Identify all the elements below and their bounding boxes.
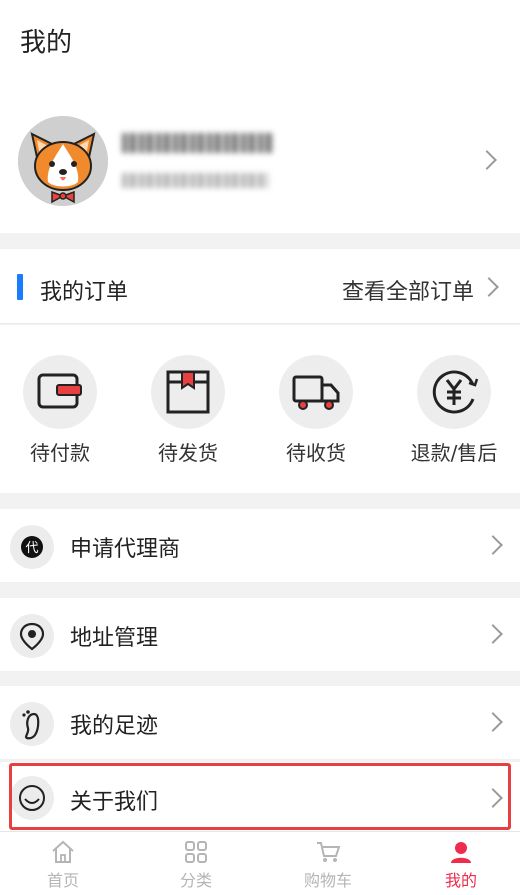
orders-section-header: 我的订单 查看全部订单 bbox=[0, 249, 520, 324]
agent-icon: 代 bbox=[10, 525, 54, 569]
wallet-icon bbox=[23, 355, 97, 429]
footprint-icon bbox=[10, 702, 54, 746]
avatar[interactable] bbox=[18, 116, 108, 206]
order-status-label: 待收货 bbox=[286, 441, 346, 465]
menu-item-address[interactable]: 地址管理 bbox=[0, 598, 520, 671]
home-icon bbox=[52, 840, 74, 863]
user-id-blurred bbox=[122, 173, 268, 188]
menu-item-label: 我的足迹 bbox=[70, 714, 159, 739]
order-status-label: 待发货 bbox=[158, 441, 218, 465]
menu-item-label: 地址管理 bbox=[70, 626, 159, 651]
order-status-refund-after-sales[interactable]: 退款/售后 bbox=[411, 355, 497, 466]
category-icon bbox=[185, 841, 207, 863]
tab-category[interactable]: 分类 bbox=[156, 840, 236, 891]
box-icon bbox=[151, 355, 225, 429]
username-blurred bbox=[122, 133, 274, 153]
selection-highlight-box bbox=[9, 763, 511, 830]
user-icon bbox=[451, 842, 471, 863]
menu-item-label: 申请代理商 bbox=[70, 537, 181, 562]
order-status-pending-payment[interactable]: 待付款 bbox=[23, 355, 97, 466]
chevron-right-icon bbox=[483, 712, 503, 732]
menu-item-apply-agent[interactable]: 代 申请代理商 bbox=[0, 509, 520, 582]
profile-page: 我的 我的订单 查看全部订单 待付款 待发货 待收货 退款/售后 代 申请代理商… bbox=[0, 0, 520, 895]
view-all-chevron-right-icon[interactable] bbox=[479, 277, 499, 297]
order-status-grid: 待付款 待发货 待收货 退款/售后 bbox=[0, 325, 520, 493]
orders-title: 我的订单 bbox=[40, 280, 129, 305]
cart-icon bbox=[317, 842, 341, 862]
chevron-right-icon bbox=[483, 624, 503, 644]
tab-label: 我的 bbox=[444, 871, 477, 890]
order-status-pending-receipt[interactable]: 待收货 bbox=[279, 355, 353, 466]
tab-label: 购物车 bbox=[303, 871, 352, 890]
profile-header: 我的 bbox=[0, 0, 520, 233]
bottom-tab-bar: 首页 分类 购物车 我的 bbox=[0, 831, 520, 895]
tab-label: 分类 bbox=[179, 871, 212, 890]
order-status-label: 退款/售后 bbox=[410, 441, 498, 465]
order-status-label: 待付款 bbox=[30, 441, 90, 465]
tab-label: 首页 bbox=[46, 871, 79, 890]
chevron-right-icon bbox=[483, 535, 503, 555]
tab-mine[interactable]: 我的 bbox=[421, 840, 501, 891]
section-accent-bar bbox=[17, 274, 23, 300]
menu-item-footprint[interactable]: 我的足迹 bbox=[0, 686, 520, 759]
view-all-orders-link[interactable]: 查看全部订单 bbox=[342, 274, 474, 306]
tab-cart[interactable]: 购物车 bbox=[288, 840, 368, 891]
profile-chevron-right-icon[interactable] bbox=[477, 150, 497, 170]
corgi-avatar-icon bbox=[18, 116, 108, 206]
page-title: 我的 bbox=[20, 28, 73, 58]
svg-text:代: 代 bbox=[25, 541, 38, 556]
location-icon bbox=[10, 614, 54, 658]
tab-home[interactable]: 首页 bbox=[23, 840, 103, 891]
truck-icon bbox=[279, 355, 353, 429]
yen-refund-icon bbox=[417, 355, 491, 429]
order-status-pending-shipment[interactable]: 待发货 bbox=[151, 355, 225, 466]
